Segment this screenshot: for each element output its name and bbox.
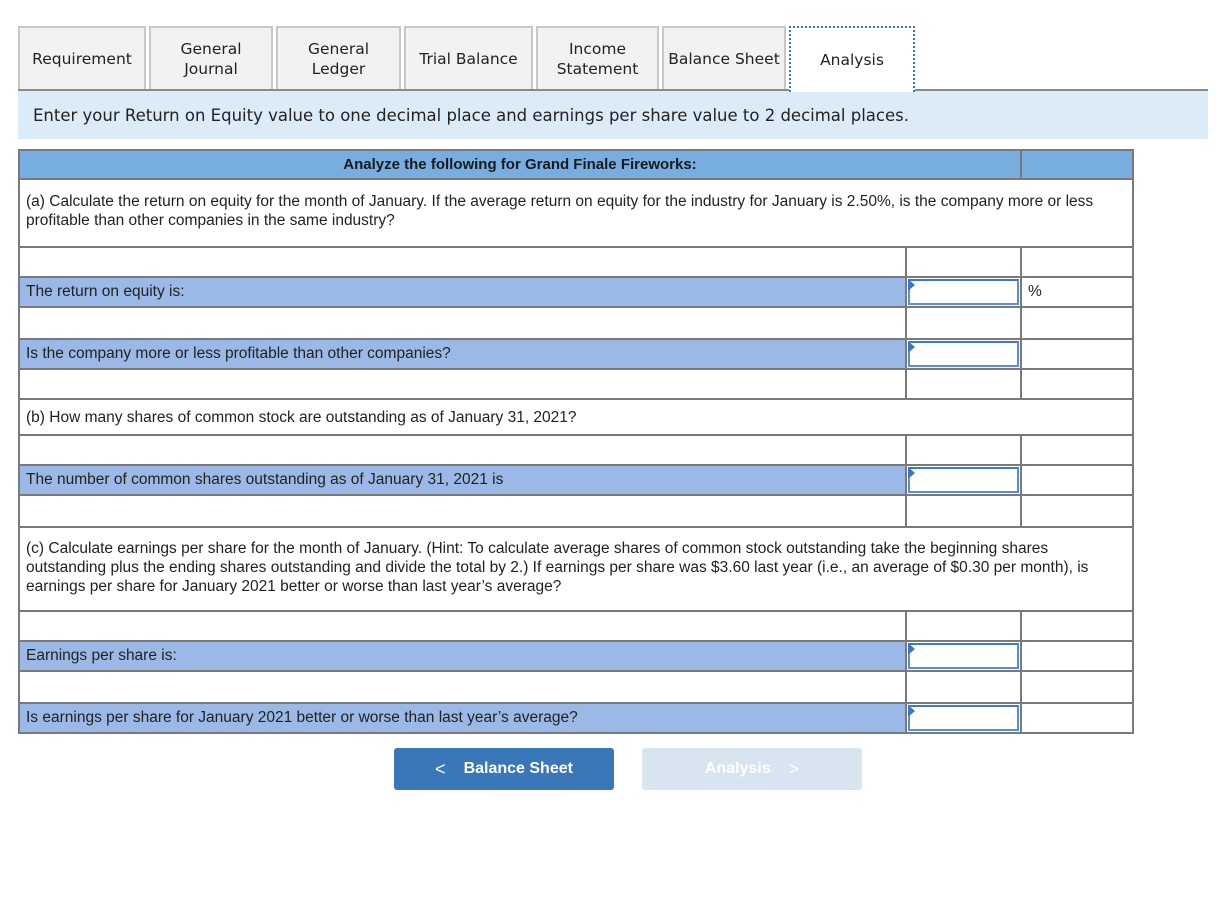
empty-cell <box>1020 368 1134 400</box>
eps-comparison-input[interactable] <box>908 705 1019 731</box>
eps-label: Earnings per share is: <box>18 640 907 672</box>
profitability-input[interactable] <box>908 341 1019 367</box>
prev-balance-sheet-button[interactable]: < Balance Sheet <box>394 748 614 790</box>
empty-cell <box>1020 464 1134 496</box>
eps-input[interactable] <box>908 643 1019 669</box>
tab-balance-sheet[interactable]: Balance Sheet <box>662 26 786 90</box>
roe-row: The return on equity is: % <box>18 276 1134 308</box>
empty-cell <box>905 610 1022 642</box>
roe-input-cell <box>905 276 1022 308</box>
part-a-question: (a) Calculate the return on equity for t… <box>18 178 1134 248</box>
empty-cell <box>18 246 907 278</box>
instruction-banner: Enter your Return on Equity value to one… <box>18 91 1208 139</box>
tab-income-statement[interactable]: Income Statement <box>536 26 659 90</box>
table-title: Analyze the following for Grand Finale F… <box>18 149 1022 180</box>
empty-cell <box>18 610 907 642</box>
profitability-label: Is the company more or less profitable t… <box>18 338 907 370</box>
shares-row: The number of common shares outstanding … <box>18 464 1134 496</box>
chevron-right-icon: > <box>788 758 800 779</box>
eps-input-cell <box>905 640 1022 672</box>
empty-cell <box>18 434 907 466</box>
empty-cell <box>905 670 1022 704</box>
shares-input[interactable] <box>908 467 1019 493</box>
spacer-row <box>18 246 1134 278</box>
spacer-row <box>18 434 1134 466</box>
profitability-row: Is the company more or less profitable t… <box>18 338 1134 370</box>
empty-cell <box>905 246 1022 278</box>
empty-cell <box>18 494 907 528</box>
empty-cell <box>905 306 1022 340</box>
empty-cell <box>1020 670 1134 704</box>
empty-cell <box>1020 338 1134 370</box>
roe-label: The return on equity is: <box>18 276 907 308</box>
part-b-question-row: (b) How many shares of common stock are … <box>18 398 1134 436</box>
chevron-left-icon: < <box>435 758 446 779</box>
spacer-row <box>18 610 1134 642</box>
empty-cell <box>1020 306 1134 340</box>
eps-row: Earnings per share is: <box>18 640 1134 672</box>
tab-general-ledger[interactable]: General Ledger <box>276 26 401 90</box>
next-analysis-button[interactable]: Analysis > <box>642 748 862 790</box>
spacer-row <box>18 368 1134 400</box>
empty-cell <box>1020 702 1134 734</box>
empty-cell <box>18 306 907 340</box>
part-a-question-row: (a) Calculate the return on equity for t… <box>18 178 1134 248</box>
empty-cell <box>18 670 907 704</box>
instruction-text: Enter your Return on Equity value to one… <box>33 105 909 125</box>
roe-input[interactable] <box>908 279 1019 305</box>
profitability-input-cell <box>905 338 1022 370</box>
shares-label: The number of common shares outstanding … <box>18 464 907 496</box>
spacer-row <box>18 494 1134 528</box>
empty-cell <box>1020 494 1134 528</box>
empty-cell <box>905 494 1022 528</box>
empty-cell <box>905 434 1022 466</box>
table-header-row: Analyze the following for Grand Finale F… <box>18 149 1134 180</box>
empty-cell <box>1020 246 1134 278</box>
eps-comparison-label: Is earnings per share for January 2021 b… <box>18 702 907 734</box>
shares-input-cell <box>905 464 1022 496</box>
prev-button-label: Balance Sheet <box>463 760 573 777</box>
tab-trial-balance[interactable]: Trial Balance <box>404 26 533 90</box>
tab-general-journal[interactable]: General Journal <box>149 26 273 90</box>
empty-cell <box>1020 434 1134 466</box>
part-c-question-row: (c) Calculate earnings per share for the… <box>18 526 1134 612</box>
tab-requirement[interactable]: Requirement <box>18 26 146 90</box>
spacer-row <box>18 306 1134 340</box>
part-c-question: (c) Calculate earnings per share for the… <box>18 526 1134 612</box>
spacer-row <box>18 670 1134 704</box>
part-b-question: (b) How many shares of common stock are … <box>18 398 1134 436</box>
tab-bar: Requirement General Journal General Ledg… <box>18 26 1208 92</box>
table-header-cell <box>1020 149 1134 180</box>
empty-cell <box>18 368 907 400</box>
eps-comparison-row: Is earnings per share for January 2021 b… <box>18 702 1134 734</box>
roe-unit: % <box>1020 276 1134 308</box>
tab-analysis[interactable]: Analysis <box>789 26 915 92</box>
next-button-label: Analysis <box>704 760 771 777</box>
empty-cell <box>1020 640 1134 672</box>
eps-comparison-input-cell <box>905 702 1022 734</box>
empty-cell <box>905 368 1022 400</box>
empty-cell <box>1020 610 1134 642</box>
